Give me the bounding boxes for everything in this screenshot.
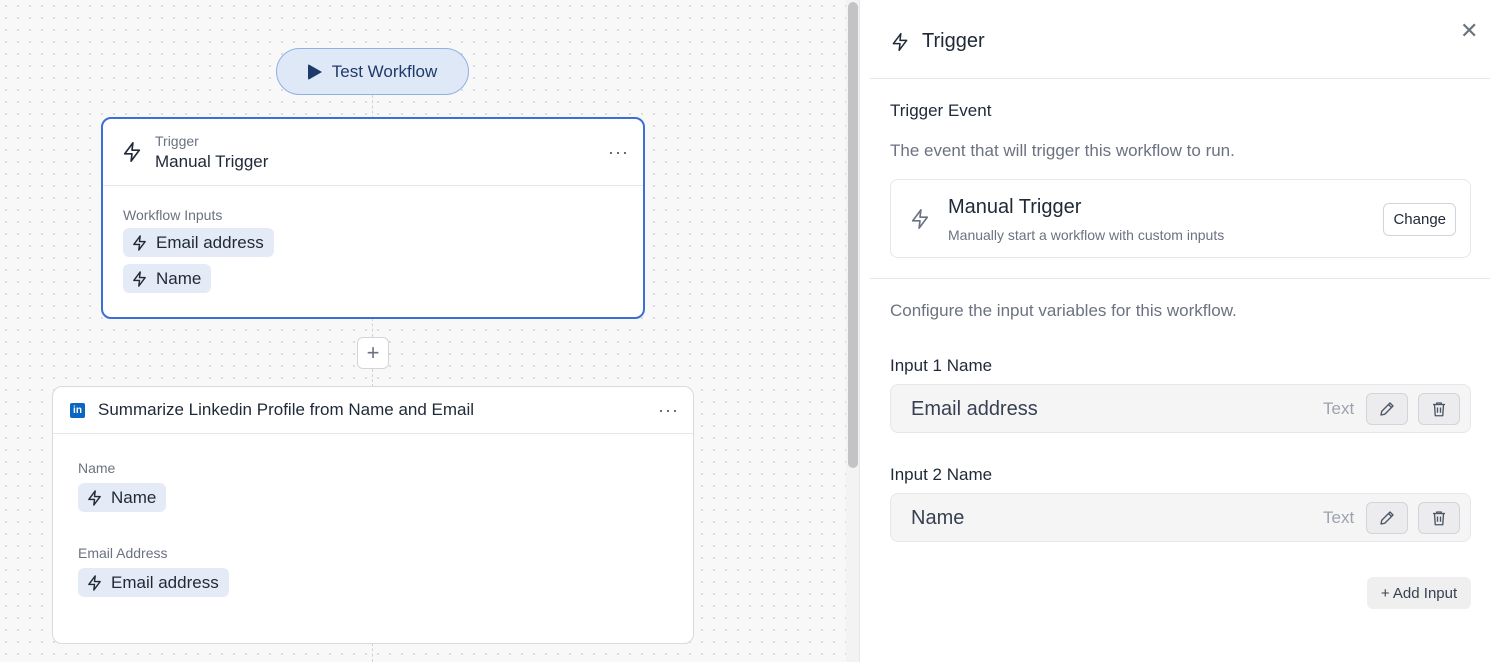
- linkedin-action-node[interactable]: in Summarize Linkedin Profile from Name …: [52, 386, 694, 644]
- input-chip: Email address: [123, 228, 274, 257]
- delete-input-button[interactable]: [1418, 502, 1460, 534]
- trigger-node-type: Trigger: [155, 132, 199, 149]
- add-input-button[interactable]: + Add Input: [1367, 577, 1471, 609]
- trigger-event-card: Manual Trigger Manually start a workflow…: [890, 179, 1471, 258]
- input-1-label: Input 1 Name: [890, 356, 993, 375]
- trash-icon: [1433, 511, 1445, 526]
- trigger-card-subtitle: Manually start a workflow with custom in…: [948, 227, 1225, 243]
- connector-line: [372, 95, 373, 119]
- workflow-inputs-label: Workflow Inputs: [123, 207, 223, 223]
- trigger-card-title: Manual Trigger: [948, 196, 1082, 218]
- field-value-chip: Email address: [78, 568, 229, 597]
- chip-label: Name: [111, 487, 157, 507]
- bolt-icon: [131, 234, 148, 252]
- input-2-label: Input 2 Name: [890, 465, 993, 484]
- chip-label: Email address: [111, 572, 219, 592]
- input-2-row: Name Text: [890, 493, 1471, 542]
- panel-title: Trigger: [890, 30, 985, 53]
- plus-icon: +: [366, 340, 380, 365]
- input-chip: Name: [123, 264, 212, 293]
- canvas-scrollbar-thumb[interactable]: [848, 2, 858, 468]
- pencil-icon: [1380, 402, 1394, 416]
- action-node-title: Summarize Linkedin Profile from Name and…: [98, 400, 475, 419]
- more-menu-icon[interactable]: ···: [608, 143, 629, 161]
- workflow-canvas[interactable]: Test Workflow Trigger Manual Trigger ···…: [0, 0, 846, 662]
- more-menu-icon[interactable]: ···: [658, 401, 679, 419]
- pencil-icon: [1380, 511, 1394, 525]
- field-value-chip: Name: [78, 483, 167, 512]
- field-label: Email Address: [78, 545, 168, 561]
- test-workflow-button[interactable]: Test Workflow: [276, 48, 469, 95]
- linkedin-icon: in: [70, 402, 85, 418]
- trigger-node-title: Manual Trigger: [155, 151, 269, 171]
- config-description: Configure the input variables for this w…: [890, 301, 1237, 320]
- play-icon: [307, 63, 322, 80]
- trigger-node[interactable]: Trigger Manual Trigger ··· Workflow Inpu…: [101, 117, 645, 319]
- bolt-icon: [86, 489, 103, 507]
- bolt-icon: [890, 31, 910, 53]
- delete-input-button[interactable]: [1418, 393, 1460, 425]
- trash-icon: [1433, 402, 1445, 417]
- input-1-row: Email address Text: [890, 384, 1471, 433]
- input-2-value: Name: [911, 507, 965, 529]
- connector-line: [372, 369, 373, 387]
- bolt-icon: [121, 140, 143, 164]
- add-step-button[interactable]: +: [357, 337, 389, 369]
- input-chip-label: Email address: [156, 232, 264, 252]
- test-workflow-label: Test Workflow: [331, 61, 438, 81]
- panel-title-text: Trigger: [922, 30, 985, 52]
- change-trigger-button[interactable]: Change: [1383, 203, 1456, 236]
- edit-input-button[interactable]: [1366, 393, 1408, 425]
- trigger-event-heading: Trigger Event: [890, 101, 992, 120]
- input-1-type: Text: [1323, 399, 1355, 418]
- bolt-icon: [131, 270, 148, 288]
- edit-input-button[interactable]: [1366, 502, 1408, 534]
- divider: [870, 278, 1490, 279]
- trigger-settings-panel: Trigger ✕ Trigger Event The event that w…: [860, 0, 1499, 662]
- bolt-icon: [86, 574, 103, 592]
- trigger-event-description: The event that will trigger this workflo…: [890, 141, 1235, 160]
- divider: [870, 78, 1490, 79]
- input-chip-label: Name: [156, 268, 202, 288]
- connector-line: [372, 318, 373, 337]
- close-icon[interactable]: ✕: [1460, 18, 1478, 44]
- input-1-value: Email address: [911, 398, 1038, 420]
- bolt-icon: [909, 207, 931, 231]
- connector-line: [372, 643, 373, 662]
- input-2-type: Text: [1323, 508, 1355, 527]
- field-label: Name: [78, 460, 116, 476]
